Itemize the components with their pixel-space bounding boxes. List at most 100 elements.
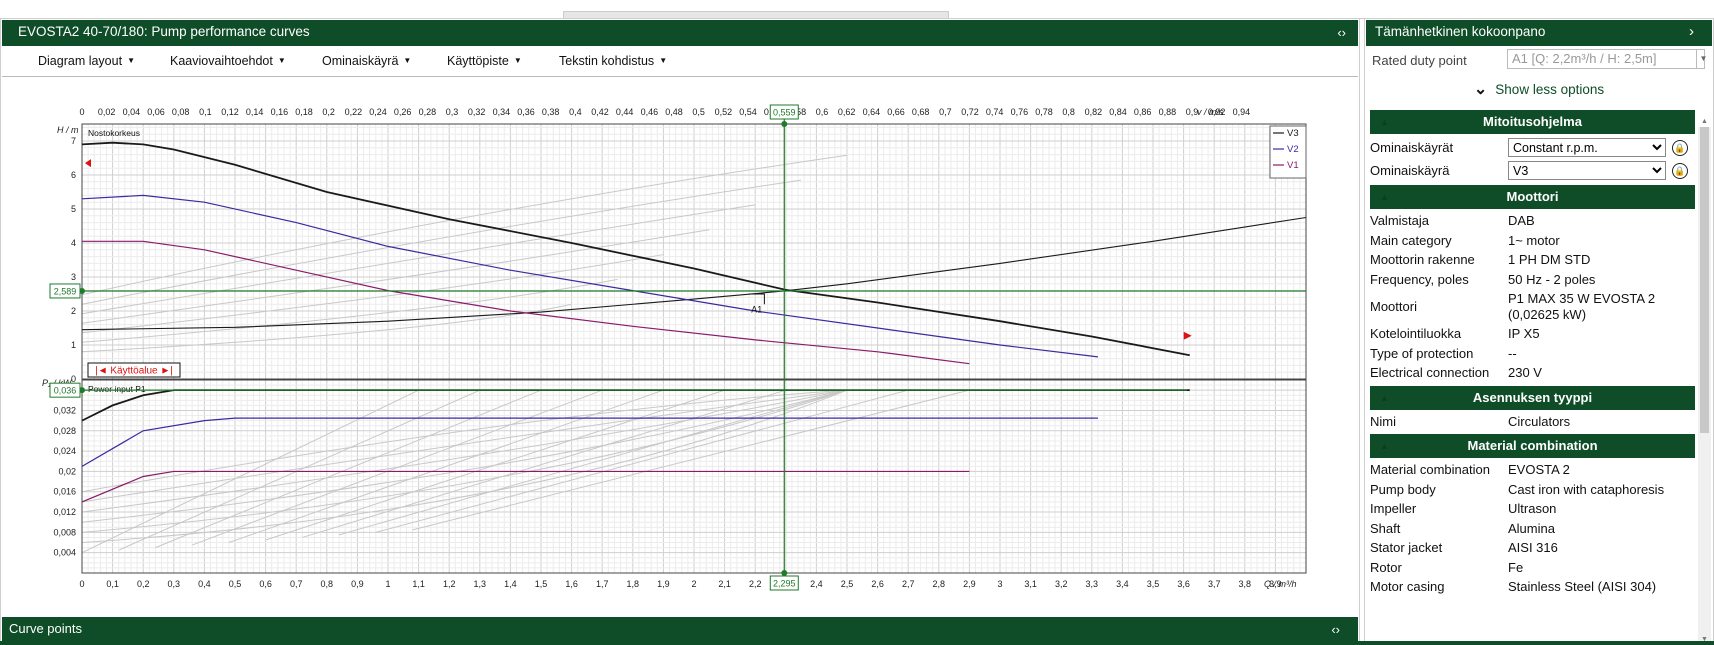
x-axis-tick-label: 1,8 bbox=[627, 579, 640, 589]
collapse-triangle-icon[interactable]: ▲ bbox=[1380, 386, 1389, 410]
x-axis-tick-label: 0,7 bbox=[290, 579, 303, 589]
menu-ominaiskayra[interactable]: Ominaiskäyrä ▼ bbox=[322, 54, 411, 68]
x-axis-tick-label: 0,8 bbox=[321, 579, 334, 589]
scrollbar-thumb[interactable] bbox=[1700, 127, 1709, 433]
property-row: Electrical connection 230 V bbox=[1370, 363, 1695, 383]
top-axis-tick-label: 0,3 bbox=[446, 107, 459, 117]
x-axis-tick-label: 3,7 bbox=[1208, 579, 1221, 589]
chart-area: 0 0,02 0,04 0,06 0,08 0,1 0,12 0,14 0,16 0,18 0,2 0… bbox=[2, 77, 1358, 613]
panel-label: Power input P1 bbox=[88, 384, 146, 394]
panel-title: EVOSTA2 40-70/180: Pump performance curv… bbox=[18, 24, 310, 39]
top-axis-tick-label: 0,14 bbox=[246, 107, 264, 117]
property-value: AISI 316 bbox=[1508, 540, 1558, 555]
section-asennuksen-tyyppi[interactable]: ▲ Asennuksen tyyppi bbox=[1370, 385, 1695, 410]
ominaiskayrat-select[interactable]: Constant r.p.m. bbox=[1508, 138, 1666, 157]
rated-duty-select[interactable]: A1 [Q: 2,2m³/h / H: 2,5m] bbox=[1507, 49, 1705, 69]
top-axis-tick-label: 0,02 bbox=[98, 107, 116, 117]
property-row: Ominaiskäyrät Constant r.p.m. 🔒 bbox=[1370, 136, 1695, 159]
x-axis-tick-label: 1,7 bbox=[596, 579, 609, 589]
iso-curve bbox=[81, 179, 802, 305]
top-axis-tick-label: 0,2 bbox=[322, 107, 335, 117]
operating-range-label: |◄ Käyttöalue ►| bbox=[95, 366, 173, 377]
y-axis-tick-label: 3 bbox=[71, 272, 76, 282]
top-axis-tick-label: 0,22 bbox=[345, 107, 363, 117]
ominaiskayra-select[interactable]: V3 bbox=[1508, 161, 1666, 180]
pump-chart[interactable]: 0 0,02 0,04 0,06 0,08 0,1 0,12 0,14 0,16 0,18 0,2 0… bbox=[2, 77, 1358, 613]
property-value: Ultrason bbox=[1508, 501, 1557, 516]
scroll-up-icon[interactable]: ▲ bbox=[1698, 118, 1711, 125]
property-label: Kotelointiluokka bbox=[1370, 326, 1462, 341]
top-axis-tick-label: 0,46 bbox=[641, 107, 659, 117]
top-axis-tick-label: 0,62 bbox=[838, 107, 856, 117]
panel-label: Nostokorkeus bbox=[88, 128, 140, 138]
y-axis-tick-label: 0,008 bbox=[53, 527, 76, 537]
collapse-triangle-icon[interactable]: ▲ bbox=[1380, 110, 1389, 134]
chart-menubar: Diagram layout ▼ Kaaviovaihtoehdot ▼ Omina… bbox=[2, 46, 1358, 77]
show-less-label: Show less options bbox=[1495, 82, 1605, 97]
lock-icon[interactable]: 🔒 bbox=[1672, 163, 1688, 180]
x-axis-tick-label: 0,1 bbox=[106, 579, 119, 589]
top-axis-tick-label: 0,24 bbox=[369, 107, 387, 117]
property-label: Frequency, poles bbox=[1370, 271, 1469, 287]
property-label: Valmistaja bbox=[1370, 213, 1430, 228]
menu-diagram-layout[interactable]: Diagram layout ▼ bbox=[38, 54, 135, 68]
bottom-bar bbox=[0, 641, 1714, 645]
y-axis-tick-label: 0,024 bbox=[53, 446, 76, 456]
vertical-scrollbar[interactable]: ▲ ▼ bbox=[1698, 118, 1711, 643]
expand-arrows-icon[interactable]: ‹› bbox=[1331, 622, 1340, 637]
collapse-triangle-icon[interactable]: ▲ bbox=[1380, 434, 1389, 458]
duty-marker-top bbox=[781, 121, 788, 127]
config-title-bar: Tämänhetkinen kokoonpano › bbox=[1366, 20, 1712, 46]
collapse-arrows-icon[interactable]: ‹› bbox=[1337, 25, 1346, 40]
y-axis-tick-label: 7 bbox=[71, 136, 76, 146]
property-label: Electrical connection bbox=[1370, 365, 1490, 380]
y-axis-tick-label: 4 bbox=[71, 238, 76, 248]
property-row: Frequency, poles 50 Hz - 2 poles bbox=[1370, 270, 1695, 290]
property-label: Nimi bbox=[1370, 413, 1396, 429]
property-label: Main category bbox=[1370, 232, 1452, 248]
property-row: Type of protection -- bbox=[1370, 344, 1695, 364]
property-value: IP X5 bbox=[1508, 326, 1540, 341]
curve-points-bar[interactable]: Curve points ‹› bbox=[2, 617, 1358, 641]
menu-kayttopiste[interactable]: Käyttöpiste ▼ bbox=[447, 54, 522, 68]
top-axis-tick-label: 0,06 bbox=[147, 107, 165, 117]
chevron-right-icon[interactable]: › bbox=[1689, 23, 1694, 40]
property-value: Cast iron with cataphoresis bbox=[1508, 481, 1665, 497]
section-material-combination[interactable]: ▲ Material combination bbox=[1370, 434, 1695, 458]
show-less-options[interactable]: ⌄ Show less options bbox=[1365, 79, 1713, 99]
top-axis-tick-label: 0,86 bbox=[1134, 107, 1152, 117]
x-axis-tick-label: 0,4 bbox=[198, 579, 211, 589]
x-axis-tick-label: 1,2 bbox=[443, 579, 456, 589]
x-axis-tick-label: 2,1 bbox=[718, 579, 731, 589]
top-axis-tick-label: 0,36 bbox=[517, 107, 535, 117]
x-axis-tick-label: 2 bbox=[691, 579, 696, 589]
top-axis-tick-label: 0,54 bbox=[739, 107, 757, 117]
velocity-value: 0,559 bbox=[773, 108, 796, 118]
property-label: Moottorin rakenne bbox=[1370, 252, 1475, 267]
y-axis-tick-label: 0,032 bbox=[53, 405, 76, 415]
top-axis-tick-label: 0,44 bbox=[616, 107, 634, 117]
top-axis-tick-label: 0 bbox=[79, 107, 84, 117]
x-axis-tick-label: 2,8 bbox=[933, 579, 946, 589]
top-strip bbox=[0, 0, 1714, 21]
property-row: Pump body Cast iron with cataphoresis bbox=[1370, 480, 1695, 500]
x-axis-tick-label: 0,6 bbox=[259, 579, 272, 589]
menu-kaaviovaihtoehdot[interactable]: Kaaviovaihtoehdot ▼ bbox=[170, 54, 286, 68]
property-value: P1 MAX 35 W EVOSTA 2 (0,02625 kW) bbox=[1508, 291, 1656, 322]
chevron-down-icon[interactable]: ▼ bbox=[1696, 49, 1710, 69]
configuration-panel: Tämänhetkinen kokoonpano › Rated duty po… bbox=[1364, 18, 1714, 645]
collapse-triangle-icon[interactable]: ▲ bbox=[1380, 185, 1389, 209]
top-axis-tick-label: 0,88 bbox=[1159, 107, 1177, 117]
top-axis-tick-label: 0,52 bbox=[715, 107, 733, 117]
lock-icon[interactable]: 🔒 bbox=[1672, 140, 1688, 157]
section-moottori[interactable]: ▲ Moottori bbox=[1370, 185, 1695, 209]
top-axis-tick-label: 0,6 bbox=[816, 107, 829, 117]
caret-down-icon: ▼ bbox=[659, 56, 668, 65]
property-label: Shaft bbox=[1370, 520, 1401, 536]
property-label: Ominaiskäyrä bbox=[1370, 162, 1450, 178]
section-mitoitusohjelma[interactable]: ▲ Mitoitusohjelma bbox=[1370, 110, 1695, 134]
property-row: Ominaiskäyrä V3 🔒 bbox=[1370, 159, 1695, 182]
properties-list: ▲ Mitoitusohjelma Ominaiskäyrät Constant … bbox=[1370, 107, 1695, 597]
top-axis-tick-label: 0,32 bbox=[468, 107, 486, 117]
menu-tekstin-kohdistus[interactable]: Tekstin kohdistus ▼ bbox=[559, 54, 667, 68]
